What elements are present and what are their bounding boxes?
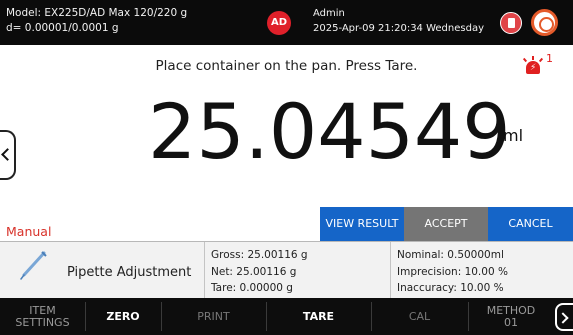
cal-button[interactable]: CAL [371,298,468,335]
side-panel-toggle[interactable] [0,130,16,180]
item-settings-button[interactable]: ITEM SETTINGS [0,298,85,335]
print-button[interactable]: PRINT [161,298,266,335]
alarm-count: 1 [546,52,553,65]
view-result-button[interactable]: VIEW RESULT [320,207,404,241]
gross-weight: Gross: 25.00116 g [211,249,308,261]
tare-button[interactable]: TARE [266,298,371,335]
item-settings-label-2: SETTINGS [15,315,70,329]
inaccuracy-value: Inaccuracy: 10.00 % [397,282,504,294]
accept-button[interactable]: ACCEPT [404,207,488,241]
weight-readout: 25.04549 [148,87,511,176]
alarm-icon[interactable]: ⚡ [522,56,544,75]
method-button[interactable]: METHOD 01 [468,298,554,335]
balance-model-info: Model: EX225D/AD Max 120/220 g d= 0.0000… [6,6,187,36]
imprecision-value: Imprecision: 10.00 % [397,265,508,278]
chevron-right-icon[interactable] [555,303,573,331]
info-divider [204,242,205,298]
cancel-button[interactable]: CANCEL [488,207,573,241]
task-name: Pipette Adjustment [67,265,192,280]
user-info: Admin 2025-Apr-09 21:20:34 Wednesday [313,6,484,36]
info-divider [390,242,391,298]
model-line: Model: EX225D/AD Max 120/220 g [6,7,188,19]
tolerance-details: Nominal: 0.50000ml Imprecision: 10.00 % … [397,247,508,297]
instruction-text: Place container on the pan. Press Tare. [155,58,418,74]
tare-weight: Tare: 0.00000 g [211,282,293,294]
status-header: Model: EX225D/AD Max 120/220 g d= 0.0000… [0,0,573,45]
mode-label: Manual [6,224,52,239]
user-avatar[interactable]: AD [267,11,291,35]
method-label-1: METHOD [486,303,536,317]
datetime-display: 2025-Apr-09 21:20:34 Wednesday [313,23,484,34]
zero-button[interactable]: ZERO [85,298,161,335]
method-label-2: 01 [504,315,518,329]
net-weight: Net: 25.00116 g [211,265,297,278]
resolution-line: d= 0.00001/0.0001 g [6,22,119,34]
pipette-icon [20,251,47,280]
item-settings-label-1: ITEM [29,303,56,317]
user-name: Admin [313,8,345,19]
weight-unit: ml [503,126,524,145]
usb-drive-icon[interactable] [500,12,522,34]
power-icon[interactable] [531,9,558,36]
nominal-value: Nominal: 0.50000ml [397,249,504,261]
weight-details: Gross: 25.00116 g Net: 25.00116 g Tare: … [211,247,308,297]
